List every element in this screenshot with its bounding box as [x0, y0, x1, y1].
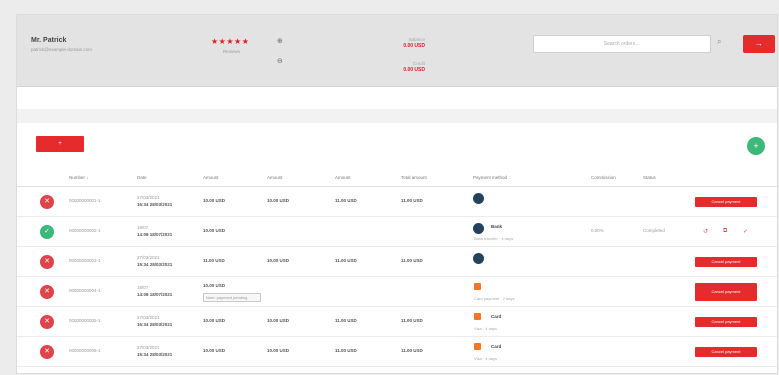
amount-cell: 11.00 USD	[401, 258, 423, 263]
payment-detail: Bank transfer · 4 days	[474, 236, 514, 241]
amount-cell: 10.00 USD	[203, 228, 226, 233]
refresh-icon[interactable]: ↺	[703, 228, 708, 235]
status-icon: ✓	[40, 225, 54, 239]
copy-icon[interactable]: ⧉	[723, 228, 727, 235]
stat-value: 0.00 USD	[403, 67, 425, 73]
account-email: patrick@example-domain.com	[31, 47, 92, 52]
column-header[interactable]: Commission	[591, 175, 616, 180]
payment-avatar	[473, 223, 484, 234]
order-date: 18/07 14:08 18/07/2021	[137, 285, 173, 297]
table-row[interactable]: ✕ 00000000004-1 18/07 14:08 18/07/2021 10.00…	[17, 277, 777, 307]
tab-strip	[17, 109, 777, 123]
order-note: Note: payment pending	[203, 293, 261, 302]
plus-circle-icon[interactable]: ⊕	[277, 37, 283, 45]
payment-name: Bank	[491, 224, 503, 229]
column-header[interactable]: Status	[643, 175, 656, 180]
order-number[interactable]: 00000000005-1	[69, 318, 101, 323]
payment-detail: Visa · 4 days	[474, 356, 498, 361]
table-row[interactable]: ✕ 00000000006-1 27/03/2021 15:34 28/03/2021…	[17, 337, 777, 367]
payment-name: Card	[491, 344, 502, 349]
order-date: 18/07 14:08 18/07/2021	[137, 225, 173, 237]
column-header[interactable]: Date	[137, 175, 147, 180]
minus-circle-icon[interactable]: ⊖	[277, 57, 283, 65]
amount-cell: 11.00 USD	[335, 318, 357, 323]
order-date: 27/03/2021 15:34 28/03/2021	[137, 345, 173, 357]
amount-cell: 10.00 USD	[203, 348, 226, 353]
payment-detail: Card payment · 2 days	[474, 296, 515, 301]
account-name: Mr. Patrick	[31, 37, 67, 44]
table-header: Number ↓ Date Amount Amount Amount Total…	[17, 173, 777, 187]
cancel-payment-button[interactable]: Cancel payment	[695, 347, 757, 357]
column-header[interactable]: Amount	[267, 175, 283, 180]
cancel-payment-button[interactable]: Cancel payment	[695, 317, 757, 327]
amount-cell: 10.00 USD	[203, 198, 226, 203]
commission-value: 0.00%	[591, 228, 604, 233]
payment-name: Card	[491, 314, 502, 319]
stat-credit: Credit 0.00 USD	[339, 61, 425, 73]
payment-detail: Visa · 4 days	[474, 326, 498, 331]
amount-cell: 10.00 USD	[267, 348, 290, 353]
table-row[interactable]: ✕ 00000000001-1 27/03/2021 15:34 28/03/2021…	[17, 187, 777, 217]
stat-value: 0.00 USD	[403, 43, 425, 49]
amount-cell: 10.00 USD	[267, 198, 290, 203]
amount-cell: 10.00 USD	[267, 258, 290, 263]
amount-cell: 11.00 USD	[335, 198, 357, 203]
status-icon: ✕	[40, 195, 54, 209]
amount-cell: 11.00 USD	[401, 198, 423, 203]
payment-flag-icon	[474, 343, 481, 350]
payment-avatar	[473, 193, 484, 204]
table-row[interactable]: ✕ 00000000003-1 27/03/2021 15:34 28/03/2021…	[17, 247, 777, 277]
order-number[interactable]: 00000000003-1	[69, 258, 101, 263]
table-row[interactable]: ✕ 00000000005-1 27/03/2021 15:34 28/03/2021…	[17, 307, 777, 337]
cancel-payment-button[interactable]: Cancel payment	[695, 197, 757, 207]
status-icon: ✕	[40, 285, 54, 299]
column-header[interactable]: Total amount	[401, 175, 427, 180]
status-text: Completed	[643, 228, 665, 233]
add-order-button[interactable]: +	[36, 136, 84, 152]
amount-cell: 11.00 USD	[335, 348, 357, 353]
order-number[interactable]: 00000000001-1	[69, 198, 101, 203]
amount-cell: 10.00 USD	[267, 318, 290, 323]
amount-cell: 11.00 USD	[335, 258, 357, 263]
amount-cell: 11.00 USD	[401, 318, 423, 323]
rating-stars: ★★★★★	[211, 37, 250, 46]
amount-cell: 10.00 USD	[203, 283, 226, 288]
table-row[interactable]: ✓ 00000000002-1 18/07 14:08 18/07/2021 10.00…	[17, 217, 777, 247]
cancel-payment-button[interactable]: Cancel payment	[695, 283, 757, 301]
payment-flag-icon	[474, 313, 481, 320]
rating-label: Reviews	[223, 49, 241, 54]
order-date: 27/03/2021 15:34 28/03/2021	[137, 195, 173, 207]
column-header[interactable]: Amount	[203, 175, 219, 180]
app-frame: Mr. Patrick patrick@example-domain.com ★…	[16, 14, 778, 374]
amount-cell: 11.00 USD	[203, 258, 225, 263]
column-header[interactable]: Amount	[335, 175, 351, 180]
stat-label: Credit	[412, 61, 425, 66]
search-input[interactable]: Search orders…	[533, 35, 711, 53]
amount-cell: 11.00 USD	[401, 348, 423, 353]
column-header[interactable]: Number ↓	[69, 175, 89, 180]
account-header: Mr. Patrick patrick@example-domain.com ★…	[17, 15, 777, 87]
search-icon[interactable]: ⌕	[717, 37, 721, 47]
stat-label: Balance	[408, 37, 425, 42]
payment-flag-icon	[474, 283, 481, 290]
status-icon: ✕	[40, 255, 54, 269]
cancel-payment-button[interactable]: Cancel payment	[695, 257, 757, 267]
search-button[interactable]: →	[743, 35, 775, 53]
order-number[interactable]: 00000000004-1	[69, 288, 101, 293]
order-date: 27/03/2021 15:34 28/03/2021	[137, 255, 173, 267]
stat-balance: Balance 0.00 USD	[339, 37, 425, 49]
amount-cell: 10.00 USD	[203, 318, 226, 323]
order-number[interactable]: 00000000006-1	[69, 348, 101, 353]
check-icon[interactable]: ✓	[743, 228, 748, 235]
column-header[interactable]: Payment method	[473, 175, 507, 180]
status-icon: ✕	[40, 315, 54, 329]
order-number[interactable]: 00000000002-1	[69, 228, 101, 233]
floating-add-button[interactable]: +	[747, 137, 765, 155]
order-date: 27/03/2021 15:34 28/03/2021	[137, 315, 173, 327]
status-icon: ✕	[40, 345, 54, 359]
payment-avatar	[473, 253, 484, 264]
